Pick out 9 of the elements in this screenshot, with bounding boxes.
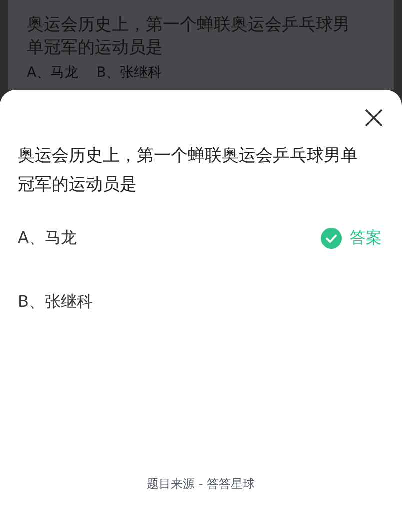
- question-text: 奥运会历史上，第一个蝉联奥运会乒乓球男单冠军的运动员是: [18, 145, 359, 197]
- source-text: 题目来源 - 答答星球: [147, 476, 255, 493]
- question-text: 奥运会历史上，第一个蝉联奥运会乒乓球男单冠军的运动员是: [27, 14, 351, 60]
- option-text: A、马龙: [27, 64, 79, 82]
- close-icon[interactable]: [364, 108, 384, 128]
- option-text: B、张继科: [18, 292, 93, 312]
- option-text: A、马龙: [18, 228, 77, 248]
- answer-label: 答案: [350, 228, 382, 248]
- option-text: B、张继科: [96, 64, 162, 82]
